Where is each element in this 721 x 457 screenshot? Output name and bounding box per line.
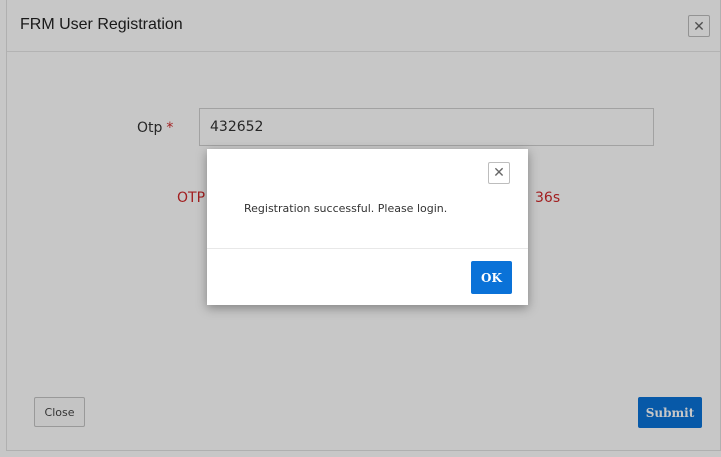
alert-dialog: ✕ Registration successful. Please login.…	[207, 149, 528, 305]
dialog-divider	[207, 248, 528, 249]
close-icon: ✕	[493, 165, 505, 181]
screen: FRM User Registration ✕ Otp* OTP 36s Clo…	[0, 0, 721, 457]
ok-button[interactable]: OK	[471, 261, 512, 294]
dialog-close-button[interactable]: ✕	[488, 162, 510, 184]
dialog-message: Registration successful. Please login.	[244, 202, 448, 215]
